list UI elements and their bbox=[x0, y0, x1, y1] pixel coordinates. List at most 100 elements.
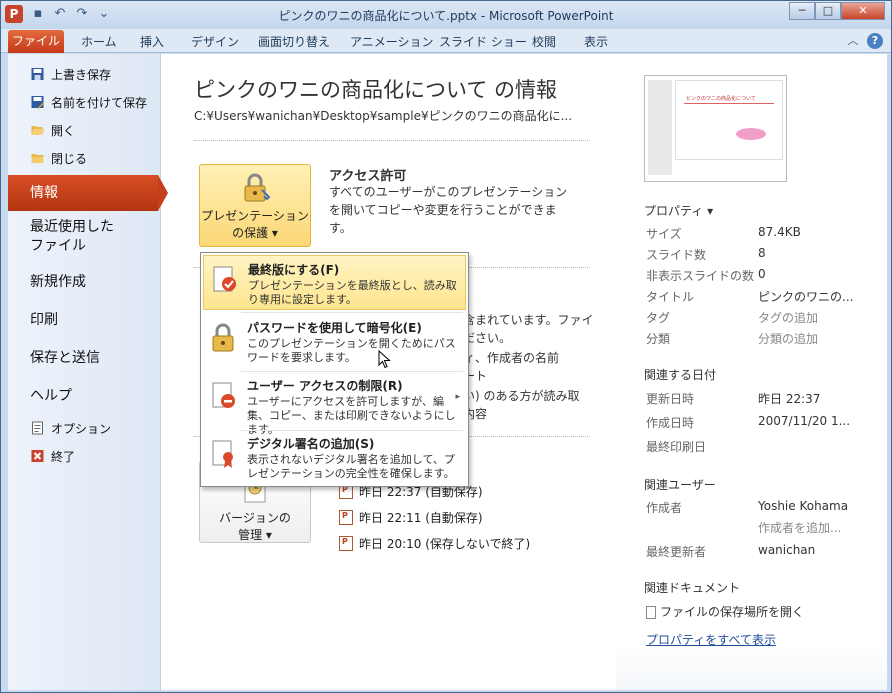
backstage-view: 上書き保存 名前を付けて保存 開く 閉じる 情報 最近使用した ファイル 新規作… bbox=[8, 54, 887, 690]
page-title: ピンクのワニの商品化について の情報 bbox=[194, 78, 558, 102]
menu-separator bbox=[241, 312, 463, 313]
tab-animations[interactable]: アニメーション bbox=[350, 33, 434, 50]
menu-item-digital-signature[interactable]: デジタル署名の追加(S) 表示されないデジタル署名を追加して、プレゼンテーション… bbox=[203, 430, 466, 485]
prop-category-input[interactable]: 分類の追加 bbox=[758, 330, 818, 347]
permissions-title: アクセス許可 bbox=[329, 169, 407, 184]
mark-final-icon bbox=[213, 266, 236, 292]
powerpoint-window: P ▪ ↶ ↷ ⌄ ピンクのワニの商品化について.pptx - Microsof… bbox=[0, 0, 892, 693]
tab-view[interactable]: 表示 bbox=[584, 33, 608, 50]
nav-save-send[interactable]: 保存と送信 bbox=[30, 347, 100, 367]
maximize-button[interactable]: □ bbox=[815, 2, 841, 20]
nav-info[interactable]: 情報 bbox=[8, 175, 158, 211]
version-label: 昨日 22:11 (自動保存) bbox=[359, 511, 483, 525]
prop-slides-label: スライド数 bbox=[646, 248, 707, 262]
version-item[interactable]: 昨日 22:11 (自動保存) bbox=[339, 509, 483, 526]
prepare-text-fragment: い) のある方が読み取 bbox=[463, 389, 580, 403]
date-created-label: 作成日時 bbox=[646, 416, 695, 430]
close-button[interactable]: ✕ bbox=[841, 2, 885, 20]
date-created-value: 2007/11/20 1... bbox=[758, 414, 851, 428]
date-modified-value: 昨日 22:37 bbox=[758, 392, 821, 406]
folder-close-icon bbox=[31, 154, 44, 163]
open-file-location-link[interactable]: ファイルの保存場所を開く bbox=[646, 603, 804, 620]
prop-title-label: タイトル bbox=[646, 290, 695, 304]
prop-tags-label: タグ bbox=[646, 311, 671, 325]
prop-category-label: 分類 bbox=[646, 332, 671, 346]
prop-size-label: サイズ bbox=[646, 227, 682, 241]
prepare-text-fragment: ィ、作成者の名前 bbox=[463, 351, 560, 365]
digital-signature-icon bbox=[212, 440, 233, 468]
version-label: 昨日 20:10 (保存しないで終了) bbox=[359, 537, 531, 551]
dates-header: 関連する日付 bbox=[644, 368, 717, 382]
backstage-nav: 上書き保存 名前を付けて保存 開く 閉じる 情報 最近使用した ファイル 新規作… bbox=[8, 54, 168, 690]
menu-item-mark-as-final[interactable]: 最終版にする(F) プレゼンテーションを最終版とし、読み取り専用に設定します。 bbox=[203, 255, 466, 310]
nav-recent[interactable]: 最近使用した ファイル bbox=[30, 218, 114, 256]
author-value[interactable]: Yoshie Kohama bbox=[758, 499, 848, 513]
folder-open-icon bbox=[31, 126, 45, 135]
properties-pane: ピンクのワニの商品化について プロパティ ▾ サイズ 87.4KB スライド数 … bbox=[616, 54, 856, 647]
menu-item-encrypt-password[interactable]: パスワードを使用して暗号化(E) このプレゼンテーションを開くためにパスワードを… bbox=[203, 314, 466, 369]
prepare-text-fragment: 含まれています。ファイ bbox=[463, 313, 594, 327]
thumbnail-slide: ピンクのワニの商品化について bbox=[675, 80, 783, 160]
menu-item-title: パスワードを使用して暗号化(E) bbox=[247, 321, 422, 335]
ribbon-collapse-icon[interactable]: ︿ bbox=[845, 33, 861, 49]
tab-transitions[interactable]: 画面切り替え bbox=[258, 33, 330, 50]
prepare-text-fragment: ださい。 bbox=[463, 331, 512, 345]
nav-close[interactable]: 閉じる bbox=[30, 148, 87, 168]
nav-help[interactable]: ヘルプ bbox=[30, 385, 72, 405]
window-controls: ─ □ ✕ bbox=[789, 2, 885, 20]
version-item[interactable]: 昨日 20:10 (保存しないで終了) bbox=[339, 535, 530, 552]
prop-title-value[interactable]: ピンクのワニの... bbox=[758, 288, 853, 305]
help-icon[interactable]: ? bbox=[867, 33, 883, 49]
prop-hidden-label: 非表示スライドの数 bbox=[646, 269, 755, 283]
nav-options[interactable]: オプション bbox=[30, 418, 111, 438]
file-path: C:¥Users¥wanichan¥Desktop¥sample¥ピンクのワニの… bbox=[194, 109, 573, 123]
date-printed-label: 最終印刷日 bbox=[646, 440, 707, 454]
tab-insert[interactable]: 挿入 bbox=[140, 33, 164, 50]
properties-header[interactable]: プロパティ ▾ bbox=[644, 202, 713, 219]
open-file-location-label: ファイルの保存場所を開く bbox=[660, 605, 805, 619]
add-author-input[interactable]: 作成者を追加... bbox=[758, 519, 841, 536]
lock-key-icon bbox=[212, 323, 234, 352]
nav-save[interactable]: 上書き保存 bbox=[30, 64, 111, 84]
author-label: 作成者 bbox=[646, 501, 683, 515]
related-docs-header: 関連ドキュメント bbox=[644, 581, 741, 595]
submenu-arrow-icon: ▸ bbox=[455, 392, 460, 402]
pink-crocodile-image bbox=[736, 128, 766, 140]
slide-thumbnail[interactable]: ピンクのワニの商品化について bbox=[644, 75, 787, 182]
permissions-description: すべてのユーザーがこのプレゼンテーションを開いてコピーや変更を行うことができます… bbox=[329, 185, 568, 235]
nav-open[interactable]: 開く bbox=[30, 120, 75, 140]
restrict-access-icon bbox=[212, 382, 235, 408]
prop-size-value: 87.4KB bbox=[758, 225, 801, 239]
pptx-file-icon bbox=[339, 536, 353, 551]
protect-button-label: プレゼンテーション の保護 ▾ bbox=[201, 209, 309, 240]
title-bar: P ▪ ↶ ↷ ⌄ ピンクのワニの商品化について.pptx - Microsof… bbox=[1, 1, 891, 29]
lock-key-icon bbox=[244, 173, 271, 202]
document-icon bbox=[646, 606, 656, 619]
nav-exit[interactable]: 終了 bbox=[30, 446, 75, 466]
nav-save-as[interactable]: 名前を付けて保存 bbox=[30, 92, 147, 112]
window-title: ピンクのワニの商品化について.pptx - Microsoft PowerPoi… bbox=[278, 9, 614, 23]
protect-presentation-menu: 最終版にする(F) プレゼンテーションを最終版とし、読み取り専用に設定します。 … bbox=[200, 252, 469, 487]
prop-tags-input[interactable]: タグの追加 bbox=[758, 309, 818, 326]
nav-print[interactable]: 印刷 bbox=[30, 309, 58, 329]
nav-new[interactable]: 新規作成 bbox=[30, 271, 86, 291]
tab-design[interactable]: デザイン bbox=[191, 33, 239, 50]
menu-item-title: ユーザー アクセスの制限(R) bbox=[247, 379, 403, 393]
mouse-cursor-icon bbox=[378, 350, 391, 369]
last-modified-by-label: 最終更新者 bbox=[646, 545, 707, 559]
ribbon-right-icons: ︿ ? bbox=[845, 33, 883, 49]
tab-slideshow[interactable]: スライド ショー bbox=[439, 33, 527, 50]
menu-item-restrict-access[interactable]: ユーザー アクセスの制限(R) ユーザーにアクセスを許可しますが、編集、コピー、… bbox=[203, 372, 466, 436]
versions-button-label: バージョンの 管理 ▾ bbox=[219, 511, 291, 542]
minimize-button[interactable]: ─ bbox=[789, 2, 815, 20]
exit-icon bbox=[31, 450, 44, 462]
tab-home[interactable]: ホーム bbox=[81, 33, 117, 50]
tab-review[interactable]: 校閲 bbox=[532, 33, 556, 50]
divider bbox=[194, 140, 590, 141]
protect-presentation-button[interactable]: プレゼンテーション の保護 ▾ bbox=[199, 164, 311, 247]
menu-item-description: このプレゼンテーションを開くためにパスワードを要求します。 bbox=[247, 337, 456, 364]
prop-hidden-value: 0 bbox=[758, 267, 766, 281]
thumbnail-title: ピンクのワニの商品化について bbox=[686, 96, 756, 102]
tab-file[interactable]: ファイル bbox=[8, 30, 64, 53]
menu-item-title: デジタル署名の追加(S) bbox=[247, 437, 375, 451]
